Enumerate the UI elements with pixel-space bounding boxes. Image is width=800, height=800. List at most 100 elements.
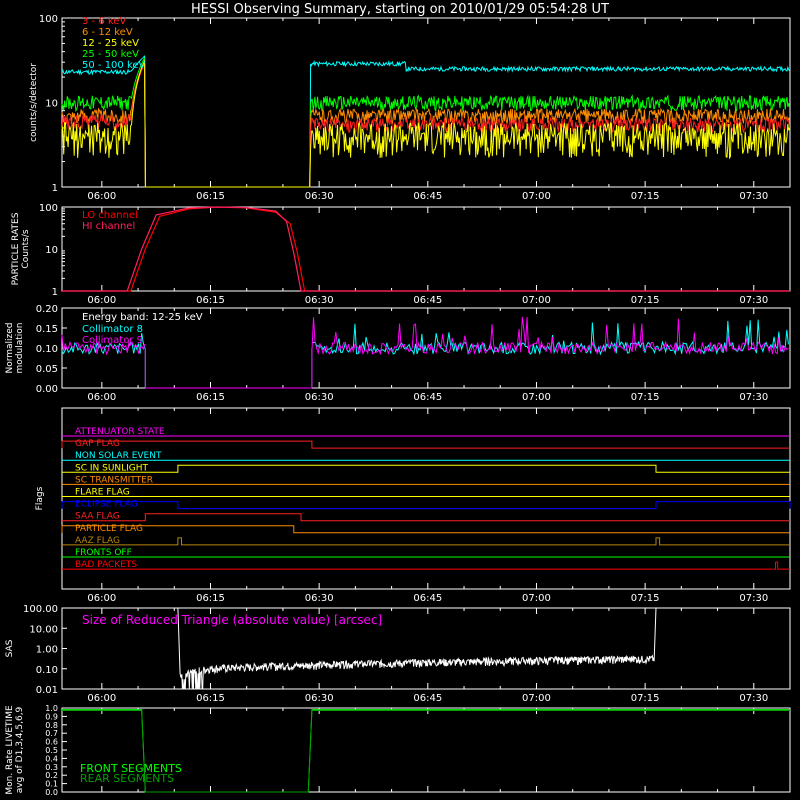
x-tick-label: 06:00 <box>87 295 116 306</box>
y-tick-label: 1 <box>52 287 58 298</box>
x-tick-label: 06:45 <box>413 392 442 403</box>
x-tick-label: 06:15 <box>196 392 225 403</box>
count-rate-line <box>61 55 790 188</box>
modulation-line <box>311 316 789 356</box>
flag-label: FLARE FLAG <box>75 488 130 498</box>
legend-entry: Collimator 8 <box>82 324 143 335</box>
flag-label: SAA FLAG <box>75 512 120 522</box>
flags-panel: 06:00 06:15 06:30 06:45 07:00 07:15 07:30 Flags… <box>35 407 791 604</box>
x-tick-label: 06:45 <box>413 593 442 604</box>
y-tick-label: 0.0 <box>45 788 58 797</box>
x-tick-label: 07:00 <box>522 693 551 704</box>
x-tick-label: 07:00 <box>522 295 551 306</box>
y-axis-label: Flags <box>35 486 45 510</box>
legend-entry: LO channel <box>82 210 138 221</box>
y-axis-label: Normalized <box>5 322 15 373</box>
x-tick-label: 06:30 <box>305 392 334 403</box>
x-tick-label: 06:15 <box>196 191 225 202</box>
y-tick-label: 1.00 <box>36 645 58 656</box>
panels: 06:00 06:15 06:30 06:45 07:00 07:15 07:3011010… <box>5 14 791 797</box>
y-tick-label: 0.10 <box>36 665 58 676</box>
x-tick-label: 07:00 <box>522 191 551 202</box>
flag-label: NON SOLAR EVENT <box>75 451 162 461</box>
y-tick-label: 0.5 <box>45 746 58 755</box>
y-tick-label: 0.3 <box>45 763 58 772</box>
x-tick-label: 06:00 <box>87 693 116 704</box>
y-tick-label: 100 <box>39 203 58 214</box>
y-tick-label: 0.7 <box>45 729 58 738</box>
flag-label: PARTICLE FLAG <box>75 524 143 534</box>
flag-line <box>62 537 790 546</box>
x-tick-label: 06:30 <box>305 295 334 306</box>
energy-band-label: Energy band: 12-25 keV <box>82 312 203 323</box>
legend-entry: 25 - 50 keV <box>82 49 139 60</box>
y-tick-label: 0.6 <box>45 738 58 747</box>
x-tick-label: 06:30 <box>305 191 334 202</box>
flag-label: ATTENUATOR STATE <box>75 427 165 437</box>
flag-line <box>62 464 790 473</box>
y-tick-label: 100.00 <box>23 604 58 615</box>
flag-label: AAZ FLAG <box>75 536 120 546</box>
flag-label: GAP FLAG <box>75 439 120 449</box>
flag-line <box>62 561 790 570</box>
y-axis-label: avg of D1,3,4,5,6,9 <box>15 706 25 793</box>
x-tick-label: 06:45 <box>413 295 442 306</box>
flag-label: ECLIPSE FLAG <box>75 500 138 510</box>
x-tick-label: 06:30 <box>305 593 334 604</box>
livetime-panel: 0.00.10.20.30.40.50.60.70.80.91.0 Mon. Ra… <box>5 704 791 797</box>
x-tick-label: 06:15 <box>196 295 225 306</box>
x-tick-label: 06:15 <box>196 693 225 704</box>
y-tick-label: 100 <box>39 14 58 25</box>
y-tick-label: 10 <box>45 245 58 256</box>
flag-label: SC TRANSMITTER <box>75 475 153 485</box>
y-tick-label: 0.2 <box>45 771 58 780</box>
count-rates-panel: 06:00 06:15 06:30 06:45 07:00 07:15 07:30 1 10 10… <box>29 14 791 202</box>
legend-entry: REAR SEGMENTS <box>80 772 174 785</box>
y-tick-label: 0.4 <box>45 754 58 763</box>
particle-rates-panel: 06:00 06:15 06:30 06:45 07:00 07:15 07:30 1 10 10… <box>11 203 791 306</box>
y-axis-label: Counts/s <box>21 229 31 268</box>
legend-entry: 50 - 100 keV <box>82 60 146 71</box>
x-tick-label: 07:15 <box>631 593 660 604</box>
x-tick-label: 07:30 <box>739 593 768 604</box>
legend-entry: 3 - 6 keV <box>82 16 126 27</box>
y-tick-label: 0.20 <box>36 304 58 315</box>
y-tick-label: 0.10 <box>36 344 58 355</box>
chart-title: HESSI Observing Summary, starting on 201… <box>191 2 609 17</box>
sas-annotation: Size of Reduced Triangle (absolute value… <box>82 613 382 627</box>
flag-line <box>62 513 790 522</box>
y-axis-label: SAS <box>5 639 15 657</box>
flag-label: BAD PACKETS <box>75 560 137 570</box>
legend-entry: 12 - 25 keV <box>82 38 139 49</box>
y-tick-label: 0.8 <box>45 721 58 730</box>
x-tick-label: 06:00 <box>87 191 116 202</box>
x-tick-label: 07:30 <box>739 295 768 306</box>
x-tick-label: 07:15 <box>631 392 660 403</box>
flag-line <box>61 440 790 449</box>
flag-label: FRONTS OFF <box>75 548 132 558</box>
x-tick-label: 07:00 <box>522 392 551 403</box>
x-tick-label: 07:30 <box>739 693 768 704</box>
x-tick-label: 07:15 <box>631 191 660 202</box>
y-tick-label: 0.15 <box>36 324 58 335</box>
x-tick-label: 07:30 <box>739 191 768 202</box>
x-tick-label: 06:15 <box>196 593 225 604</box>
y-axis-label: modulation <box>15 323 25 374</box>
x-tick-label: 07:30 <box>739 392 768 403</box>
x-tick-label: 06:45 <box>413 191 442 202</box>
y-axis-label: PARTICLE RATES <box>11 212 21 285</box>
x-tick-label: 07:00 <box>522 593 551 604</box>
legend-entry: 6 - 12 keV <box>82 27 133 38</box>
flag-line <box>61 525 790 534</box>
x-tick-label: 07:15 <box>631 693 660 704</box>
sas-panel: 06:00 06:15 06:30 06:45 07:00 07:15 07:30 0.01 0… <box>5 604 791 704</box>
y-tick-label: 1 <box>52 183 58 194</box>
x-tick-label: 07:15 <box>631 295 660 306</box>
y-axis-label: counts/s/detector <box>29 63 39 142</box>
modulation-panel: 06:00 06:15 06:30 06:45 07:00 07:15 07:30 0.00 0… <box>5 304 791 403</box>
flag-label: SC IN SUNLIGHT <box>75 463 149 473</box>
observing-summary-chart: HESSI Observing Summary, starting on 201… <box>5 2 791 797</box>
panel-frame <box>61 206 791 292</box>
particle-rate-line <box>62 206 790 292</box>
legend-entry: HI channel <box>82 221 135 232</box>
